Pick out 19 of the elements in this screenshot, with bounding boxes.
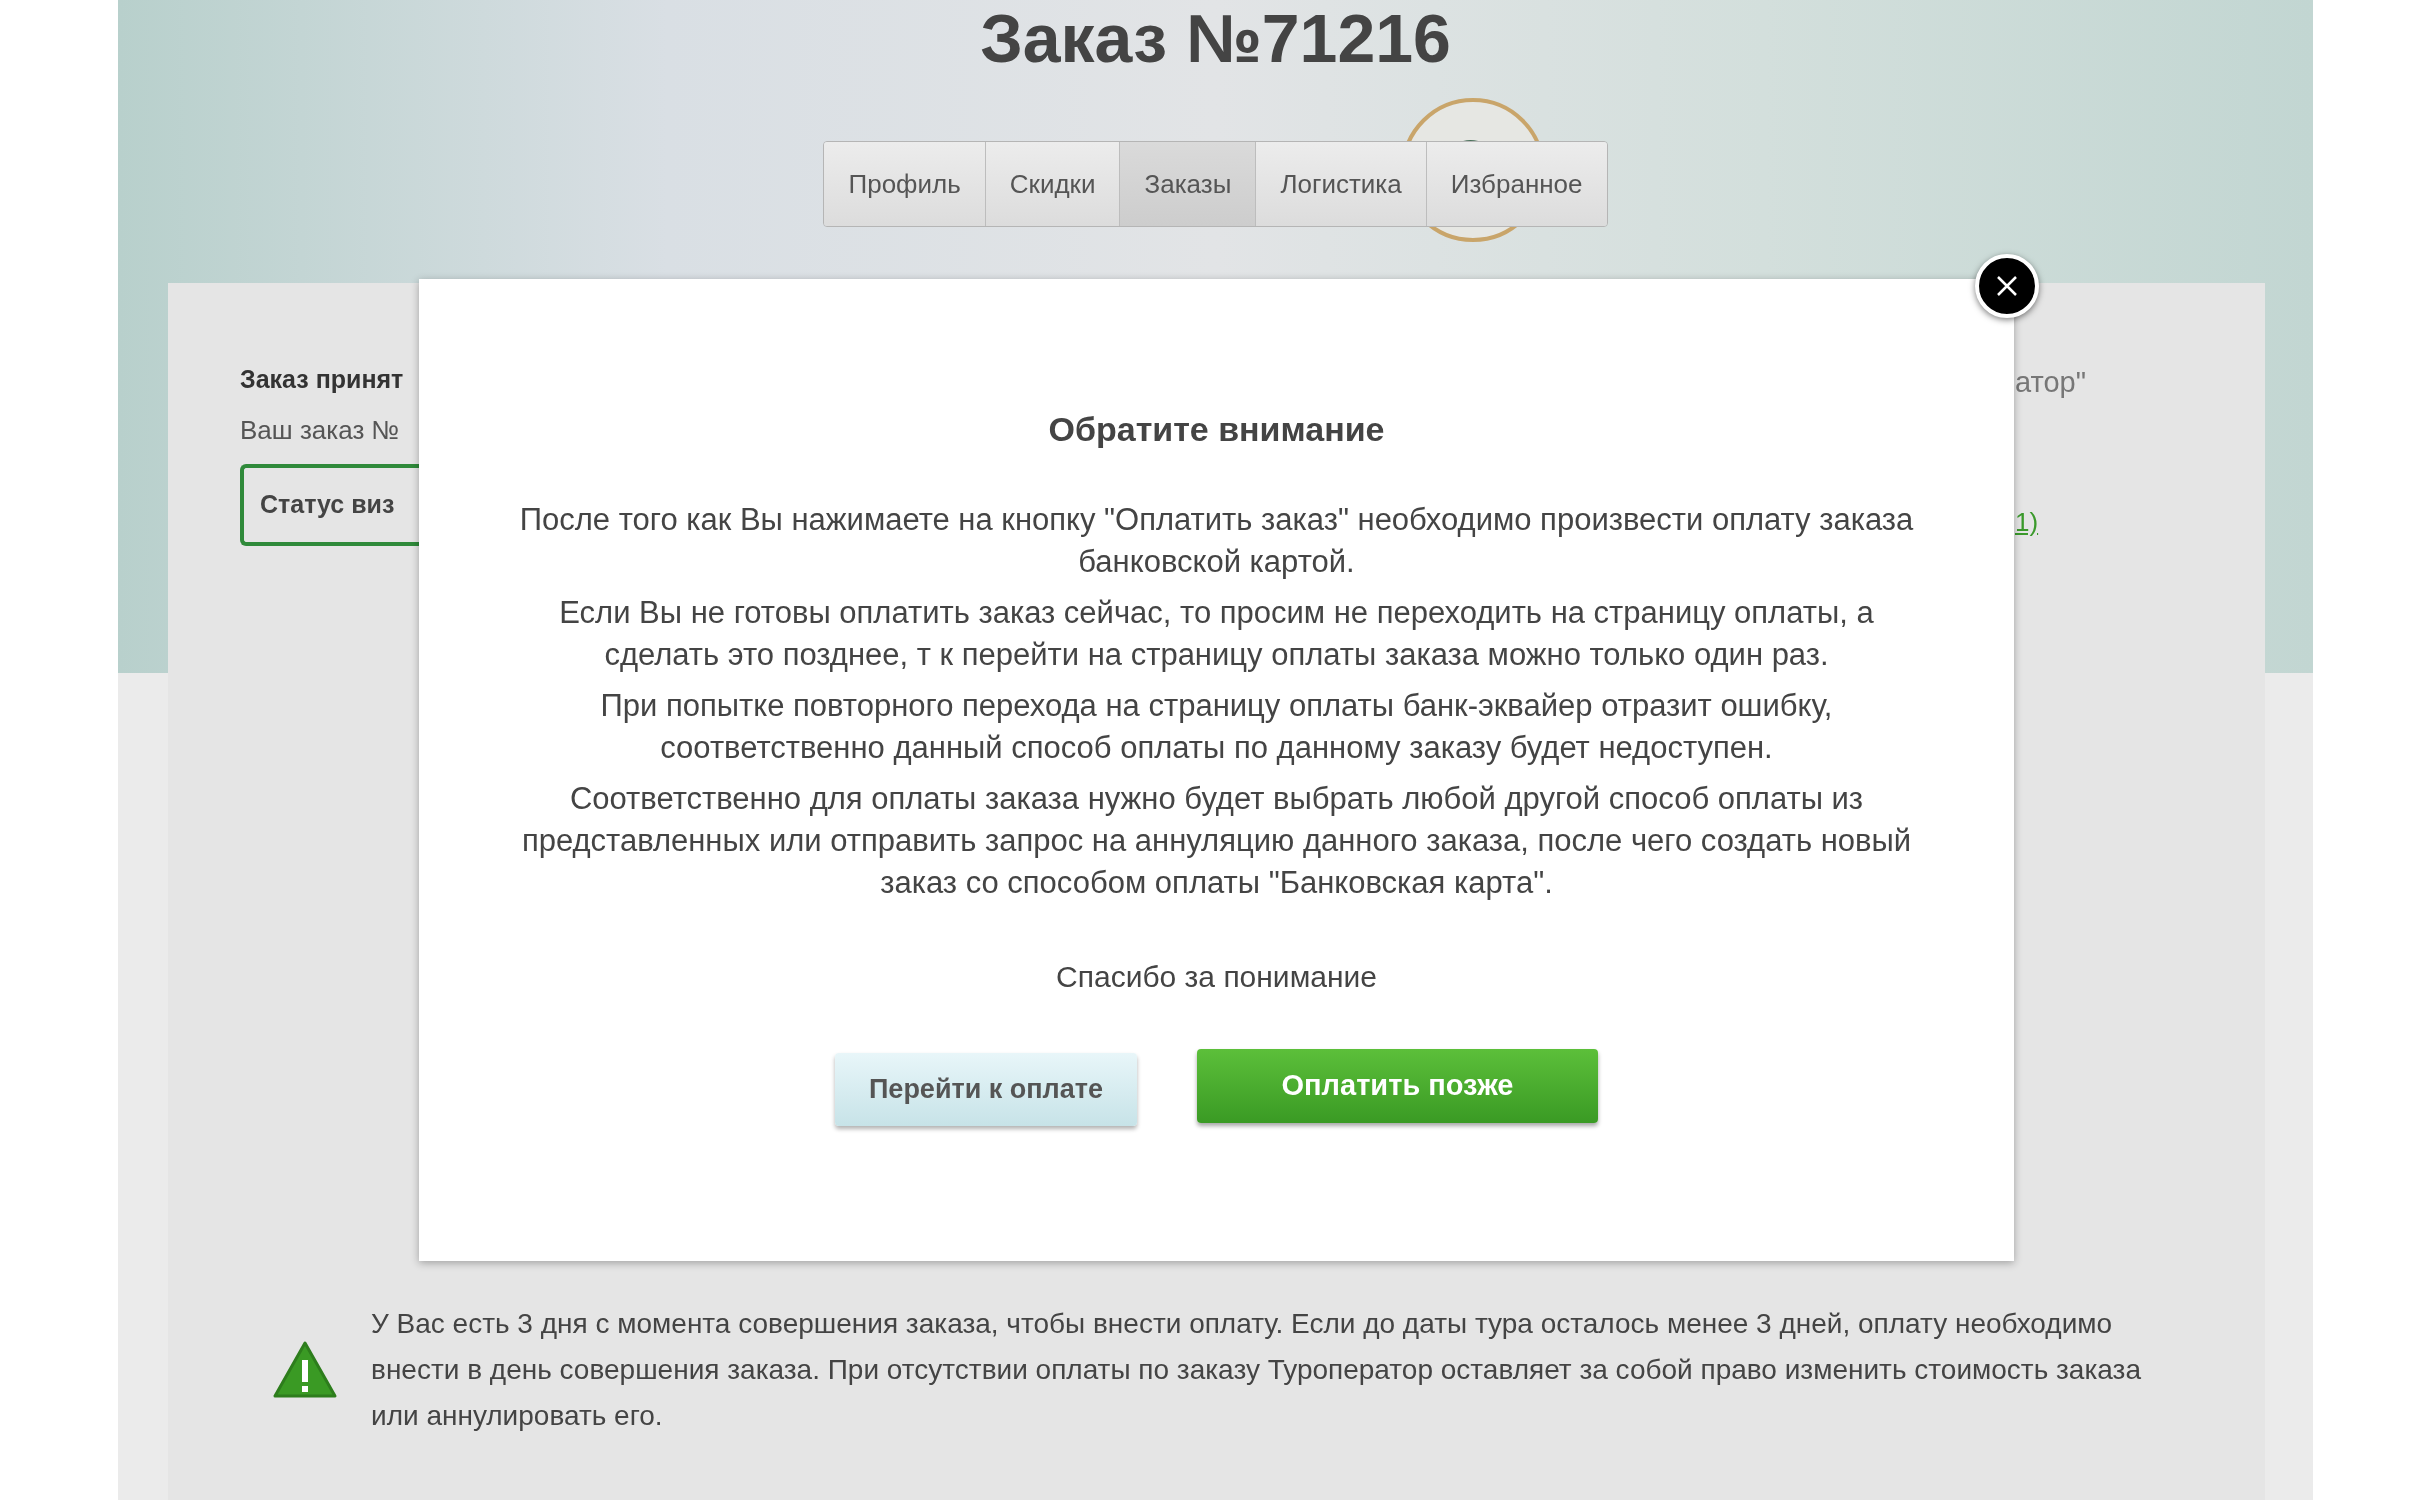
operator-text: атор" (2015, 365, 2086, 400)
page-title: Заказ №71216 (980, 0, 1451, 78)
order-number-text: Ваш заказ № (240, 413, 401, 447)
nav-tab[interactable]: Профиль (824, 142, 985, 226)
go-to-payment-button[interactable]: Перейти к оплате (835, 1053, 1137, 1126)
nav-tab[interactable]: Заказы (1119, 142, 1256, 226)
nav-tab[interactable]: Логистика (1255, 142, 1426, 226)
nav-tab[interactable]: Скидки (984, 142, 1120, 226)
status-heading: Заказ принят (240, 364, 405, 395)
dialog-paragraph: Если Вы не готовы оплатить заказ сейчас, то просим не переходить на страницу оплаты, а сделать это позднее, т к перейти на страницу оплаты заказа можно только один раз. (558, 594, 1875, 674)
dialog-title: Обратите внимание (1048, 409, 1385, 450)
dialog-paragraph: После того как Вы нажимаете на кнопку "Оплатить заказ" необходимо произвести оплату заказа банковской картой. (518, 501, 1915, 581)
warning-icon (272, 1339, 338, 1400)
close-icon (1996, 275, 2018, 297)
dialog-paragraph: При попытке повторного перехода на страницу оплаты банк-эквайер отразит ошибку, соответственно данный способ оплаты по данному заказу будет недоступен. (599, 687, 1834, 767)
nav-tab[interactable]: Избранное (1425, 142, 1607, 226)
thanks-text: Спасибо за понимание (1056, 959, 1377, 995)
dialog-paragraph: Соответственно для оплаты заказа нужно будет выбрать любой другой способ оплаты из представленных или отправить запрос на аннуляцию данного заказа, после чего создать новый заказ со способом оплаты "Банковская карта". (520, 780, 1913, 902)
payment-warning-text: У Вас есть 3 дня с момента совершения заказа, чтобы внести оплату. Если до даты тура осталось менее 3 дней, оплату необходимо внести в день совершения заказа. При отсутствии оплаты по заказу Туроператор оставляет за собой право изменить стоимость заказа или аннулировать его. (371, 1306, 2142, 1433)
